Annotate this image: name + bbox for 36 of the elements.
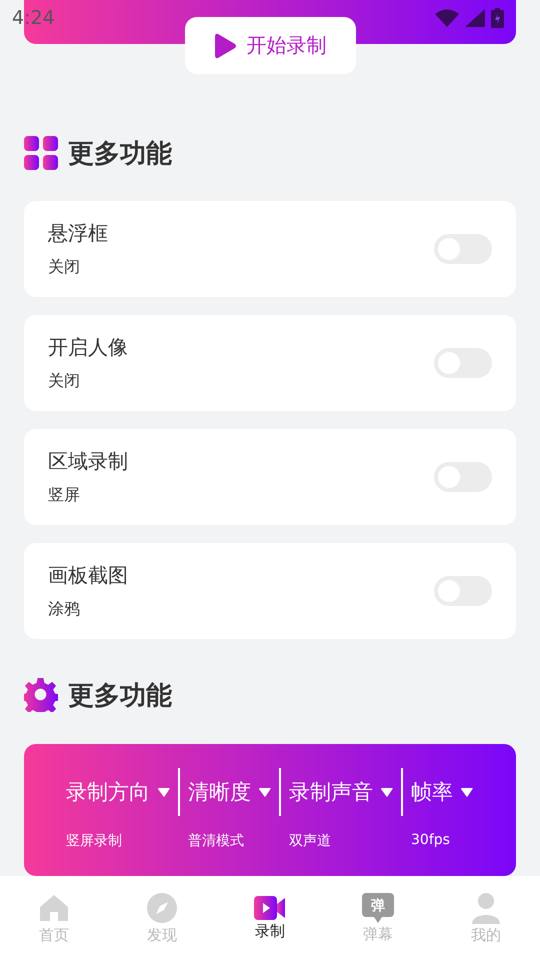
setting-value: 30fps xyxy=(411,832,451,848)
feature-title: 开启人像 xyxy=(48,334,128,361)
video-camera-icon xyxy=(254,896,286,920)
play-icon xyxy=(214,32,236,58)
wifi-icon xyxy=(435,9,459,27)
feature-title: 区域录制 xyxy=(48,448,128,475)
caret-icon xyxy=(158,788,170,796)
signal-icon xyxy=(465,9,485,27)
icon-label: 弹 xyxy=(371,898,385,914)
setting-dropdown[interactable]: 清晰度 xyxy=(188,778,251,806)
setting-dropdown[interactable]: 录制声音 xyxy=(289,778,373,806)
setting-value: 双声道 xyxy=(289,832,332,850)
caret-icon xyxy=(381,788,393,796)
compass-icon xyxy=(146,892,178,924)
person-icon xyxy=(470,892,502,924)
caret-icon xyxy=(259,788,271,796)
section-title: 更多功能 xyxy=(68,138,172,170)
feature-status: 竖屏 xyxy=(48,485,81,506)
setting-dropdown[interactable]: 录制方向 xyxy=(66,778,150,806)
feature-title: 悬浮框 xyxy=(48,220,108,247)
settings-icon xyxy=(24,678,58,712)
feature-status: 关闭 xyxy=(48,371,81,392)
grid-icon xyxy=(24,136,58,170)
feature-title: 画板截图 xyxy=(48,562,128,589)
feature-status: 关闭 xyxy=(48,257,81,278)
setting-value: 普清模式 xyxy=(188,832,245,850)
section-title: 更多功能 xyxy=(68,680,172,712)
start-recording-button[interactable]: 开始录制 xyxy=(185,17,356,74)
setting-value: 竖屏录制 xyxy=(66,832,123,850)
feature-status: 涂鸦 xyxy=(48,599,81,620)
setting-dropdown[interactable]: 帧率 xyxy=(411,778,453,806)
nav-tab[interactable]: 弹 弹幕 xyxy=(324,876,432,960)
battery-icon xyxy=(491,8,504,28)
caret-icon xyxy=(461,788,473,796)
nav-tab[interactable]: 录制 xyxy=(216,876,324,960)
speech-bubble-icon xyxy=(362,892,394,922)
